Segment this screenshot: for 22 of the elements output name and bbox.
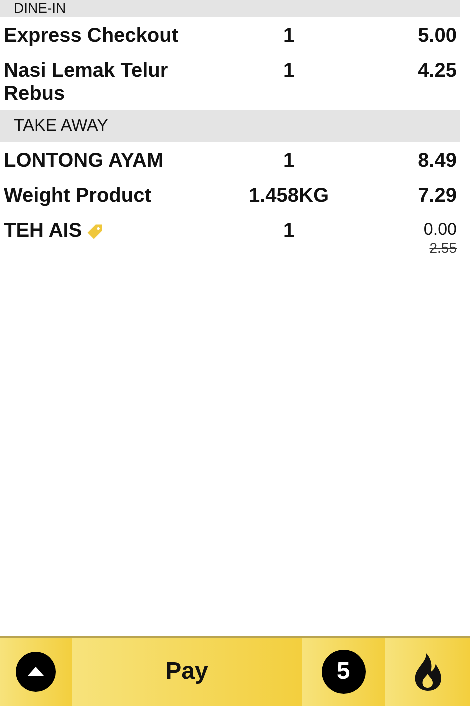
item-quantity: 1 (282, 220, 296, 243)
item-name: LONTONG AYAM (4, 150, 164, 173)
flame-button[interactable] (385, 638, 470, 706)
item-price: 0.00 (424, 220, 457, 240)
item-quantity: 1 (282, 150, 296, 173)
original-price: 2.55 (430, 240, 457, 256)
item-name: Weight Product (4, 185, 152, 208)
item-price: 4.25 (418, 60, 457, 83)
item-price: 8.49 (418, 150, 457, 173)
flame-icon (412, 652, 442, 692)
item-price: 7.29 (418, 185, 457, 208)
section-header: TAKE AWAY (0, 110, 460, 142)
item-name: TEH AIS (4, 220, 82, 243)
item-count-badge: 5 (322, 650, 366, 694)
item-price: 5.00 (418, 25, 457, 48)
item-name: Nasi Lemak Telur Rebus (4, 60, 170, 106)
item-name: Express Checkout (4, 25, 179, 48)
item-quantity: 1.458KG (248, 185, 330, 208)
item-quantity: 1 (282, 25, 296, 48)
pay-button[interactable]: Pay (72, 638, 302, 706)
item-quantity: 1 (282, 60, 296, 83)
section-header: DINE-IN (0, 0, 460, 17)
